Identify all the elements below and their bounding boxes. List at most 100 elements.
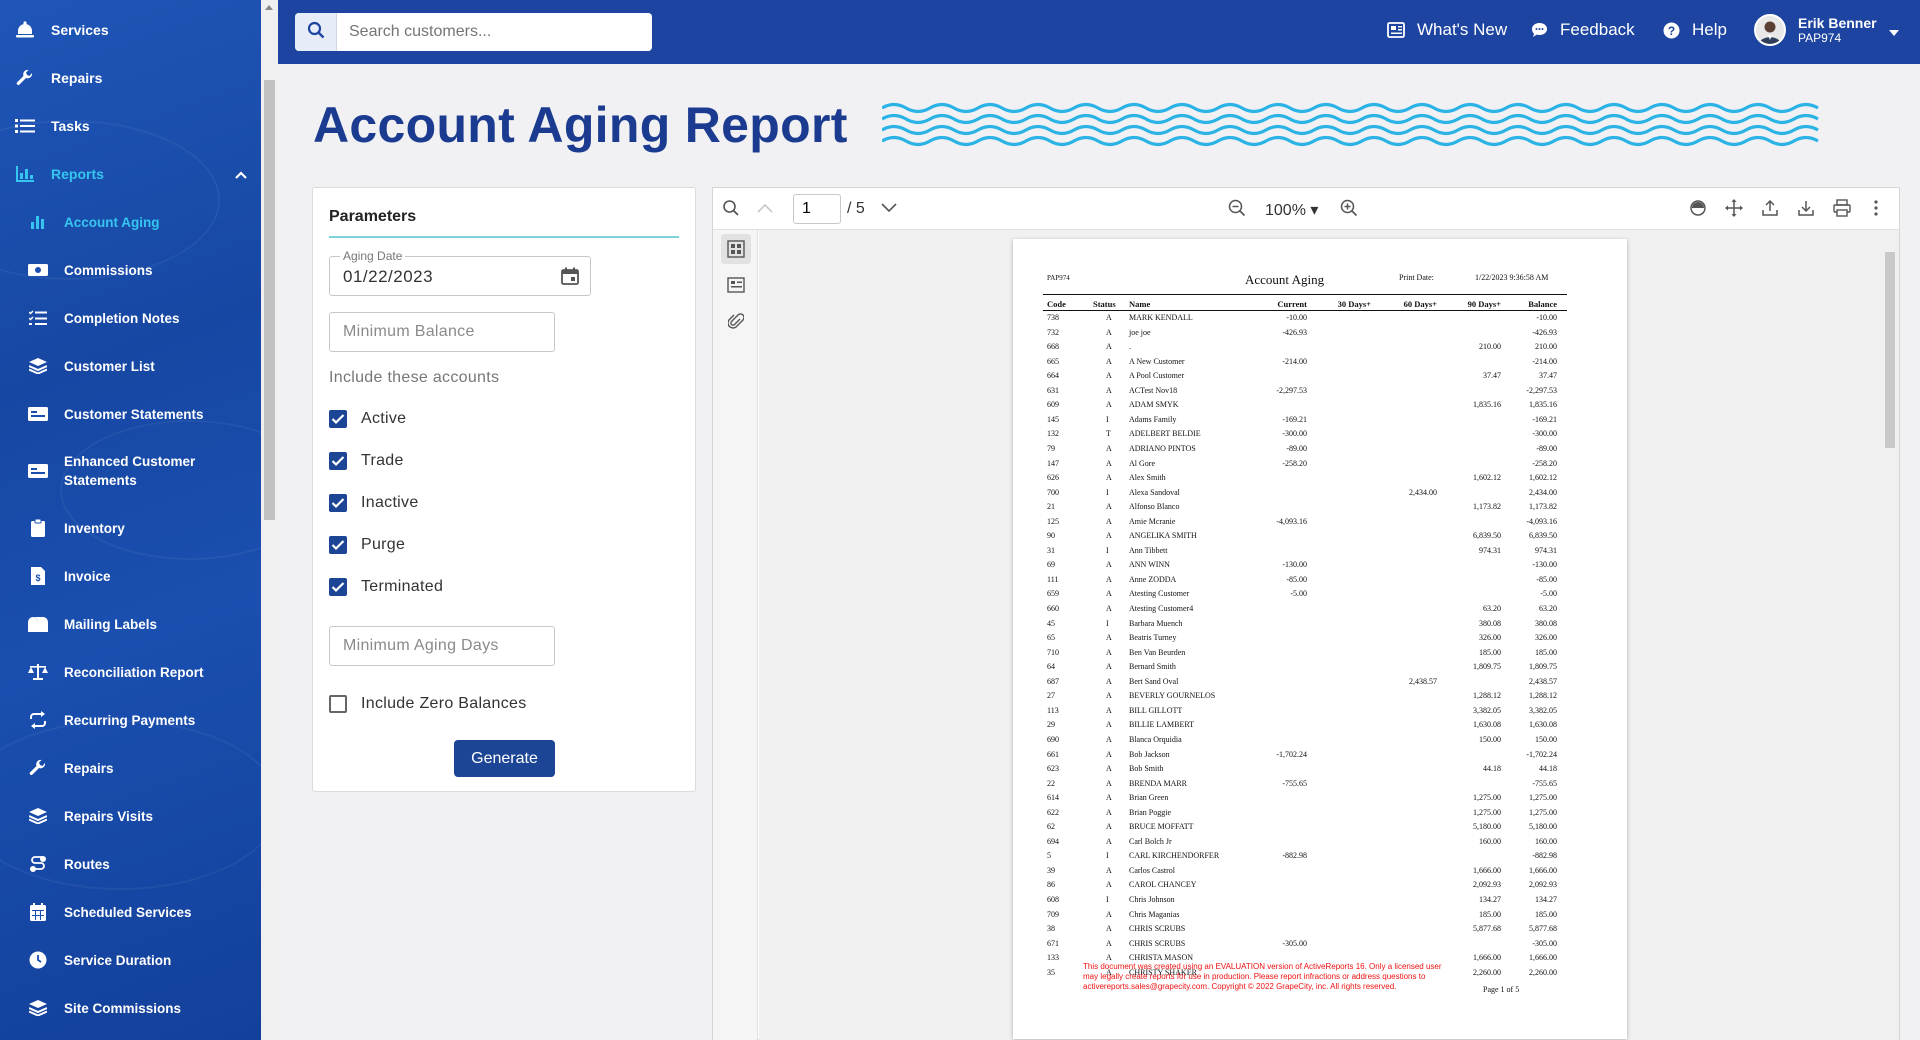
checklist-icon	[28, 308, 48, 328]
gallery-icon[interactable]	[1689, 199, 1707, 217]
cell-status: I	[1106, 414, 1109, 424]
zoom-in-icon[interactable]	[1340, 199, 1358, 217]
checkbox-unchecked-icon[interactable]	[329, 695, 347, 713]
wrench-icon	[15, 68, 35, 88]
cell-60-days: 2,434.00	[1409, 487, 1437, 497]
cell-balance: 380.08	[1535, 618, 1557, 628]
checkbox-checked-icon[interactable]	[329, 494, 347, 512]
report-company-code: PAP974	[1047, 274, 1070, 282]
sidebar-scrollbar[interactable]	[261, 0, 278, 1040]
zoom-out-icon[interactable]	[1228, 199, 1246, 217]
nav-services[interactable]: Services	[0, 10, 261, 50]
whats-new-link[interactable]: What's New	[1387, 20, 1507, 40]
cell-name: CARL KIRCHENDORFER	[1129, 851, 1220, 861]
nav-repairs-visits[interactable]: Repairs Visits	[0, 796, 261, 836]
nav-commissions[interactable]: Commissions	[0, 250, 261, 290]
nav-repairs-report[interactable]: Repairs	[0, 748, 261, 788]
aging-date-field[interactable]: Aging Date 01/22/2023	[329, 249, 591, 296]
cell-balance: -882.98	[1532, 851, 1557, 861]
nav-completion-notes[interactable]: Completion Notes	[0, 298, 261, 338]
search-input[interactable]	[337, 13, 652, 51]
cell-code: 38	[1047, 924, 1055, 934]
thumbnails-icon[interactable]	[721, 234, 751, 264]
nav-customer-list[interactable]: Customer List	[0, 346, 261, 386]
search-button[interactable]	[295, 13, 337, 51]
invoice-icon: $	[28, 566, 48, 586]
cell-balance: 2,438.57	[1529, 676, 1557, 686]
minimum-aging-days-field[interactable]	[329, 626, 555, 666]
checkbox-checked-icon[interactable]	[329, 410, 347, 428]
table-row: 79 A ADRIANO PINTOS -89.00 -89.00	[1013, 444, 1627, 458]
cell-90-days: 1,666.00	[1473, 953, 1501, 963]
scroll-up-arrow[interactable]	[265, 5, 273, 10]
nav-site-commissions[interactable]: Site Commissions	[0, 988, 261, 1028]
cell-name: joe joe	[1129, 327, 1151, 337]
cell-name: CHRIS SCRUBS	[1129, 938, 1186, 948]
print-icon[interactable]	[1833, 199, 1851, 217]
attachment-icon[interactable]	[721, 306, 751, 336]
help-link[interactable]: ? Help	[1663, 20, 1727, 40]
cell-code: 69	[1047, 560, 1055, 570]
nav-customer-statements[interactable]: Customer Statements	[0, 394, 261, 434]
checkbox-checked-icon[interactable]	[329, 452, 347, 470]
scrollbar-thumb[interactable]	[264, 80, 275, 520]
viewer-scrollbar[interactable]	[1881, 230, 1899, 1040]
calendar-icon[interactable]	[560, 266, 580, 291]
cell-balance: 1,275.00	[1529, 793, 1557, 803]
minimum-balance-input[interactable]	[330, 313, 554, 351]
cell-balance: 134.27	[1535, 895, 1557, 904]
chevron-down-icon[interactable]	[1888, 23, 1899, 41]
search-icon[interactable]	[722, 199, 740, 217]
chevron-down-icon[interactable]	[881, 203, 897, 213]
zoom-level-dropdown[interactable]: 100% ▾	[1265, 200, 1318, 220]
chevron-up-icon[interactable]	[757, 203, 773, 213]
nav-invoice[interactable]: $ Invoice	[0, 556, 261, 596]
scale-icon	[28, 662, 48, 682]
page-number-input[interactable]	[793, 194, 841, 224]
nav-reports[interactable]: Reports	[0, 154, 261, 194]
scrollbar-thumb[interactable]	[1885, 252, 1895, 448]
cell-90-days: 1,275.00	[1473, 793, 1501, 803]
nav-enhanced-customer-statements[interactable]: Enhanced Customer Statements	[0, 449, 261, 493]
nav-tasks[interactable]: Tasks	[0, 106, 261, 146]
minimum-aging-days-input[interactable]	[330, 627, 554, 665]
checkbox-trade[interactable]: Trade	[329, 452, 404, 470]
nav-repairs[interactable]: Repairs	[0, 58, 261, 98]
nav-recurring-payments[interactable]: Recurring Payments	[0, 700, 261, 740]
cell-90-days: 1,835.16	[1473, 400, 1501, 410]
cell-status: A	[1106, 924, 1112, 934]
more-options-icon[interactable]	[1873, 199, 1879, 217]
nav-routes[interactable]: Routes	[0, 844, 261, 884]
nav-inventory[interactable]: Inventory	[0, 508, 261, 548]
minimum-balance-field[interactable]	[329, 312, 555, 352]
cell-current: -4,093.16	[1276, 516, 1307, 526]
nav-mailing-labels[interactable]: Mailing Labels	[0, 604, 261, 644]
nav-service-duration[interactable]: Service Duration	[0, 940, 261, 980]
export-icon[interactable]	[1761, 199, 1779, 217]
nav-account-aging[interactable]: Account Aging	[0, 202, 261, 242]
nav-reconciliation-report[interactable]: Reconciliation Report	[0, 652, 261, 692]
checkbox-active[interactable]: Active	[329, 410, 406, 428]
viewer-toolbar: / 5 100% ▾	[713, 188, 1899, 230]
download-icon[interactable]	[1797, 199, 1815, 217]
cell-name: ANN WINN	[1129, 560, 1170, 570]
checkbox-inactive[interactable]: Inactive	[329, 494, 419, 512]
cell-90-days: 6,839.50	[1473, 531, 1501, 541]
feedback-link[interactable]: Feedback	[1531, 20, 1635, 40]
user-menu[interactable]: Erik Benner PAP974	[1754, 14, 1899, 46]
checkbox-include-zero-balances[interactable]: Include Zero Balances	[329, 695, 527, 713]
layers-icon	[28, 356, 48, 376]
svg-text:$: $	[35, 573, 40, 583]
parameters-panel-icon[interactable]	[721, 270, 751, 300]
nav-scheduled-services[interactable]: Scheduled Services	[0, 892, 261, 932]
report-canvas[interactable]: PAP974 Account Aging Print Date: 1/22/20…	[759, 230, 1881, 1040]
chevron-up-icon[interactable]	[234, 167, 248, 183]
column-header-rule	[1043, 310, 1567, 311]
pan-move-icon[interactable]	[1725, 199, 1743, 217]
checkbox-purge[interactable]: Purge	[329, 536, 405, 554]
checkbox-checked-icon[interactable]	[329, 536, 347, 554]
checkbox-checked-icon[interactable]	[329, 578, 347, 596]
generate-button[interactable]: Generate	[454, 740, 555, 777]
checkbox-terminated[interactable]: Terminated	[329, 578, 443, 596]
table-row: 90 A ANGELIKA SMITH 6,839.50 6,839.50	[1013, 531, 1627, 545]
